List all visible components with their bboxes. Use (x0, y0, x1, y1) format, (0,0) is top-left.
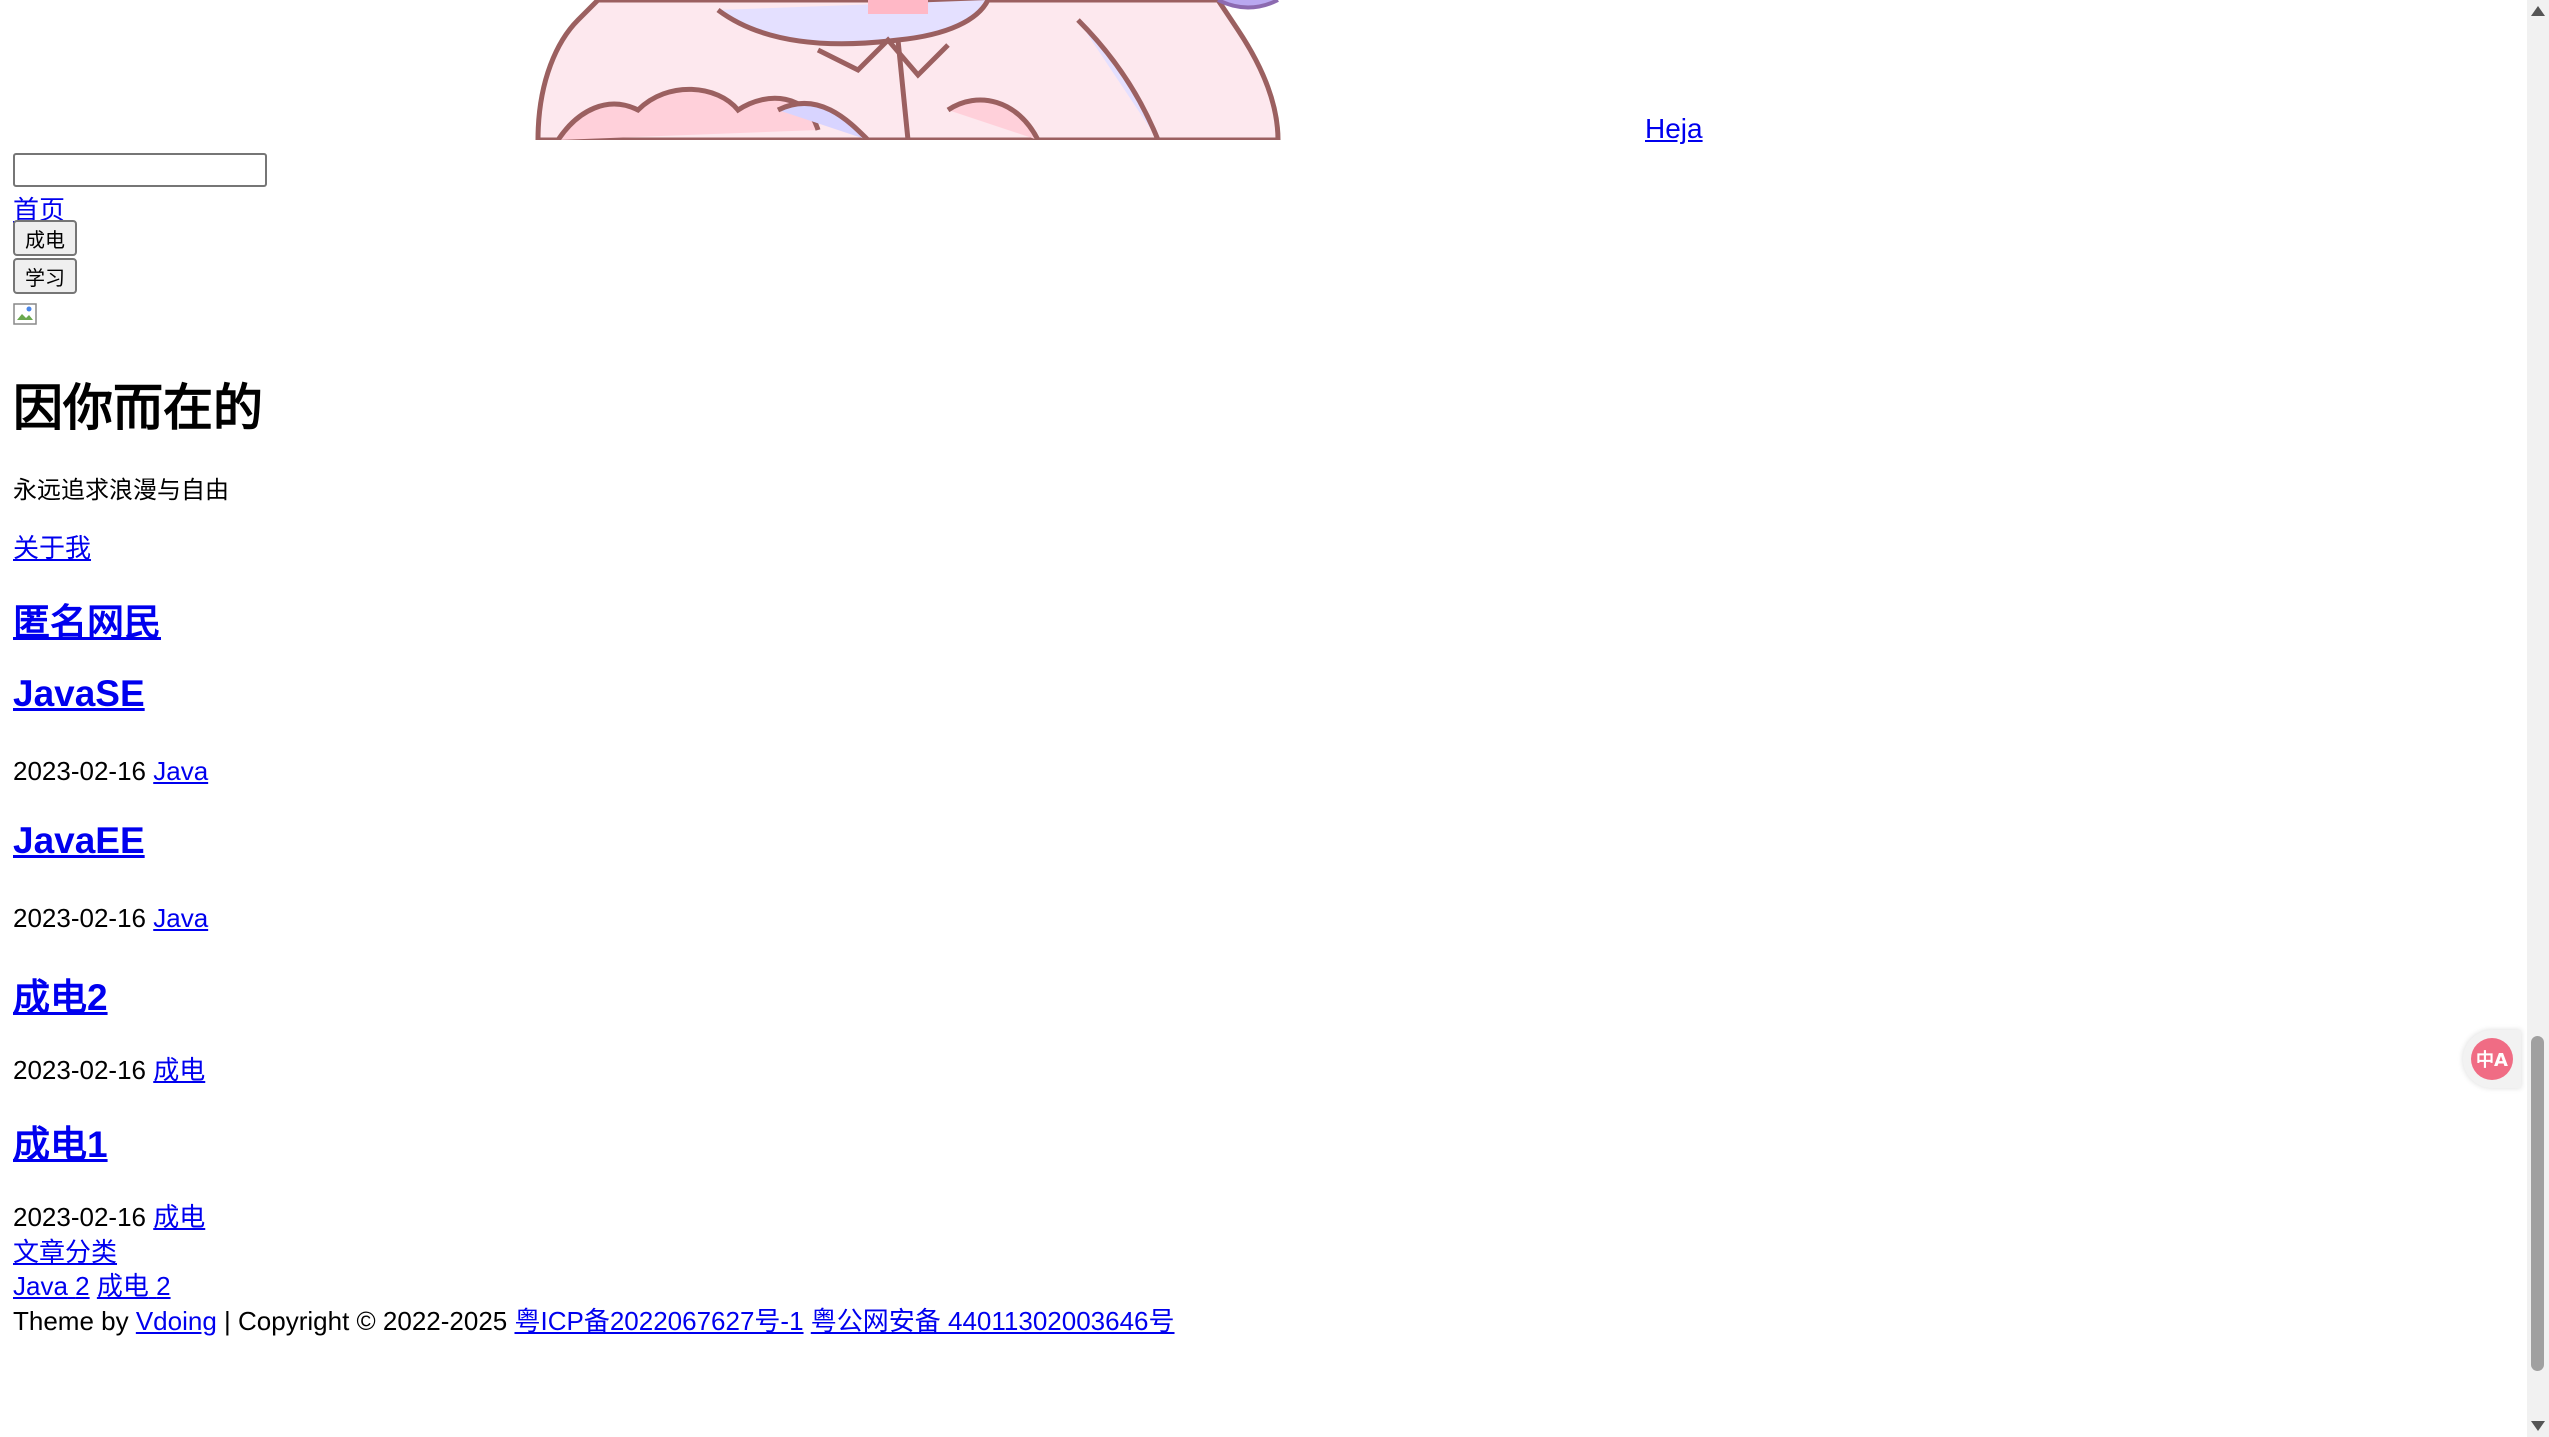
post-title: 成电1 (13, 1114, 108, 1168)
scroll-down-arrow-icon[interactable] (2531, 1421, 2545, 1431)
header-illustration (518, 0, 1298, 140)
post-title-link[interactable]: JavaSE (13, 673, 145, 714)
footer-theme-prefix: Theme by (13, 1306, 129, 1336)
blog-description: 永远追求浪漫与自由 (13, 477, 229, 504)
broken-image-icon (13, 303, 37, 325)
footer-icp-link[interactable]: 粤ICP备2022067627号-1 (514, 1306, 803, 1336)
footer-theme-link[interactable]: Vdoing (136, 1306, 217, 1336)
scroll-up-arrow-icon[interactable] (2531, 6, 2545, 16)
post-meta: 2023-02-16 Java (13, 756, 208, 787)
post-category-link[interactable]: Java (153, 756, 208, 786)
category-list: Java 2 成电 2 (13, 1266, 171, 1303)
scrollbar-thumb[interactable] (2531, 1036, 2544, 1371)
post-date: 2023-02-16 (13, 1055, 146, 1085)
about-me-link[interactable]: 关于我 (13, 528, 91, 565)
post-title-link[interactable]: JavaEE (13, 820, 145, 861)
post-category-link[interactable]: Java (153, 903, 208, 933)
post-title: JavaEE (13, 820, 145, 862)
author-name-heading: 匿名网民 (13, 592, 161, 646)
blog-title: 因你而在的 (13, 380, 263, 436)
nav-dropdown-study[interactable]: 学习 (13, 258, 77, 294)
category-item[interactable]: 成电 2 (97, 1271, 171, 1301)
post-title-link[interactable]: 成电1 (13, 1124, 108, 1165)
post-category-link[interactable]: 成电 (153, 1202, 205, 1232)
category-label: 成电 (96, 1271, 149, 1301)
post-title: JavaSE (13, 673, 145, 715)
nav-dropdown-chengdian[interactable]: 成电 (13, 220, 77, 256)
post-meta: 2023-02-16 成电 (13, 1050, 205, 1087)
post-title-link[interactable]: 成电2 (13, 977, 108, 1018)
footer-police-link[interactable]: 粤公网安备 44011302003646号 (811, 1306, 1175, 1336)
page: Heja 首页 成电 学习 因你而在的 永远追求浪漫与自由 关于我 匿名网民 J… (13, 0, 2549, 1437)
post-date: 2023-02-16 (13, 1202, 146, 1232)
category-item[interactable]: Java 2 (13, 1271, 90, 1301)
search-input[interactable] (13, 153, 267, 187)
post-date: 2023-02-16 (13, 756, 146, 786)
footer: Theme by Vdoing | Copyright © 2022-2025 … (13, 1301, 1175, 1338)
post-category-link[interactable]: 成电 (153, 1055, 205, 1085)
category-count: 2 (156, 1271, 171, 1301)
categories-title-link[interactable]: 文章分类 (13, 1232, 117, 1269)
post-title: 成电2 (13, 967, 108, 1021)
category-count: 2 (75, 1271, 90, 1301)
post-meta: 2023-02-16 Java (13, 903, 208, 934)
post-meta: 2023-02-16 成电 (13, 1197, 205, 1234)
post-date: 2023-02-16 (13, 903, 146, 933)
site-logo-link[interactable]: Heja (1645, 113, 1703, 145)
footer-copyright: | Copyright © 2022-2025 (224, 1306, 508, 1336)
translate-icon[interactable]: 中A (2471, 1038, 2513, 1080)
category-label: Java (13, 1271, 68, 1301)
translate-widget[interactable]: 中A (2463, 1030, 2521, 1088)
vertical-scrollbar[interactable] (2527, 0, 2549, 1437)
author-name-link[interactable]: 匿名网民 (13, 602, 161, 643)
